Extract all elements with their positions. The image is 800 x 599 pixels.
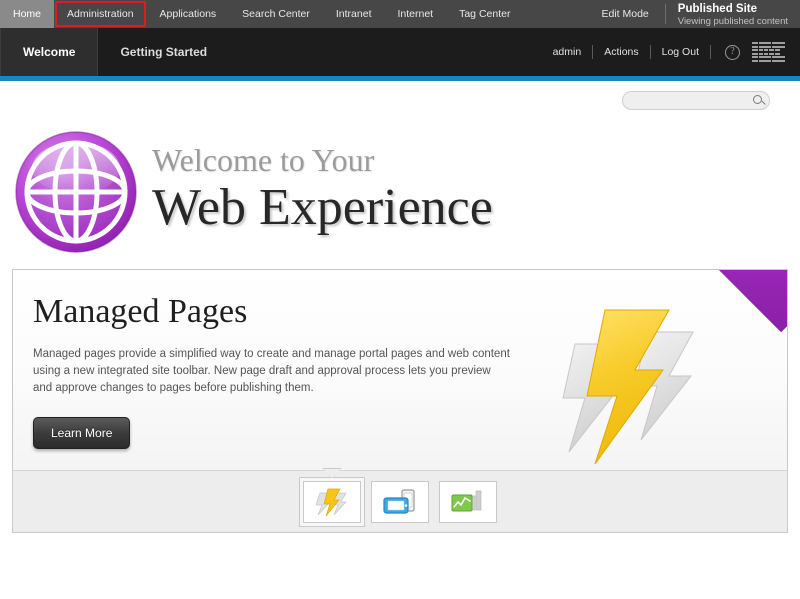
user-label: admin — [553, 46, 582, 58]
toolbar-separator — [710, 45, 711, 59]
nav-item-label: Tag Center — [459, 8, 510, 20]
logout-label: Log Out — [662, 46, 699, 58]
hero-banner: Welcome to Your Web Experience — [0, 119, 800, 259]
tab-label: Getting Started — [120, 45, 207, 59]
search-icon[interactable] — [753, 95, 762, 104]
thumbnail-lightning-bolts[interactable] — [303, 481, 361, 523]
search-box[interactable] — [622, 91, 770, 110]
learn-more-label: Learn More — [51, 426, 112, 440]
hero-title-top: Welcome to Your — [152, 141, 493, 179]
feature-panel: Managed Pages Managed pages provide a si… — [12, 269, 788, 533]
edit-mode-button[interactable]: Edit Mode — [586, 0, 665, 28]
nav-item-label: Intranet — [336, 8, 372, 20]
nav-item-tag-center[interactable]: Tag Center — [446, 0, 523, 28]
ibm-logo-stripe — [752, 56, 786, 58]
feature-panel-title: Managed Pages — [33, 292, 761, 332]
hero-title-main: Web Experience — [152, 179, 493, 237]
search-input[interactable] — [631, 95, 749, 106]
user-menu-admin[interactable]: admin — [542, 46, 593, 58]
nav-item-home[interactable]: Home — [0, 0, 54, 28]
site-status-subtitle: Viewing published content — [678, 16, 788, 28]
top-nav-right-group: Edit Mode Published Site Viewing publish… — [586, 0, 800, 28]
tab-getting-started[interactable]: Getting Started — [98, 28, 229, 76]
actions-label: Actions — [604, 46, 638, 58]
nav-item-label: Internet — [397, 8, 433, 20]
nav-item-label: Applications — [160, 8, 217, 20]
lightning-bolts-thumb-icon — [312, 487, 352, 517]
analytics-chart-thumb-icon — [448, 487, 488, 517]
edit-mode-label: Edit Mode — [602, 8, 649, 20]
nav-item-label: Search Center — [242, 8, 310, 20]
help-glyph: ? — [730, 46, 734, 57]
top-navigation-bar: Home Administration Applications Search … — [0, 0, 800, 28]
nav-item-label: Home — [13, 8, 41, 20]
ibm-logo-stripe — [752, 46, 786, 48]
page-toolbar-right-group: admin Actions Log Out ? — [542, 28, 800, 76]
nav-item-applications[interactable]: Applications — [147, 0, 230, 28]
feature-panel-body: Managed Pages Managed pages provide a si… — [13, 270, 787, 470]
nav-item-administration[interactable]: Administration — [54, 0, 147, 28]
nav-item-label: Administration — [67, 8, 134, 20]
site-status-title: Published Site — [678, 2, 788, 16]
tab-welcome[interactable]: Welcome — [0, 28, 98, 76]
nav-item-internet[interactable]: Internet — [384, 0, 446, 28]
site-status: Published Site Viewing published content — [666, 0, 800, 28]
thumbnail-mobile-devices[interactable] — [371, 481, 429, 523]
nav-item-search-center[interactable]: Search Center — [229, 0, 323, 28]
thumbnail-analytics-chart[interactable] — [439, 481, 497, 523]
search-row — [0, 81, 800, 119]
ibm-logo-icon — [752, 42, 786, 62]
tab-label: Welcome — [23, 45, 75, 59]
top-nav-items: Home Administration Applications Search … — [0, 0, 523, 28]
help-icon[interactable]: ? — [725, 45, 740, 60]
mobile-devices-thumb-icon — [380, 487, 420, 517]
hero-headline: Welcome to Your Web Experience — [140, 141, 493, 243]
ibm-logo-stripe — [752, 42, 786, 44]
log-out-button[interactable]: Log Out — [651, 46, 710, 58]
nav-item-intranet[interactable]: Intranet — [323, 0, 385, 28]
thumbnail-rail — [13, 470, 787, 532]
page-toolbar: Welcome Getting Started admin Actions Lo… — [0, 28, 800, 76]
learn-more-button[interactable]: Learn More — [33, 417, 130, 449]
feature-panel-body-text: Managed pages provide a simplified way t… — [33, 346, 513, 397]
actions-menu-button[interactable]: Actions — [593, 46, 649, 58]
globe-icon — [12, 128, 140, 256]
ibm-logo-stripe — [752, 53, 786, 55]
ibm-logo-stripe — [752, 60, 786, 62]
ibm-logo-stripe — [752, 49, 786, 51]
